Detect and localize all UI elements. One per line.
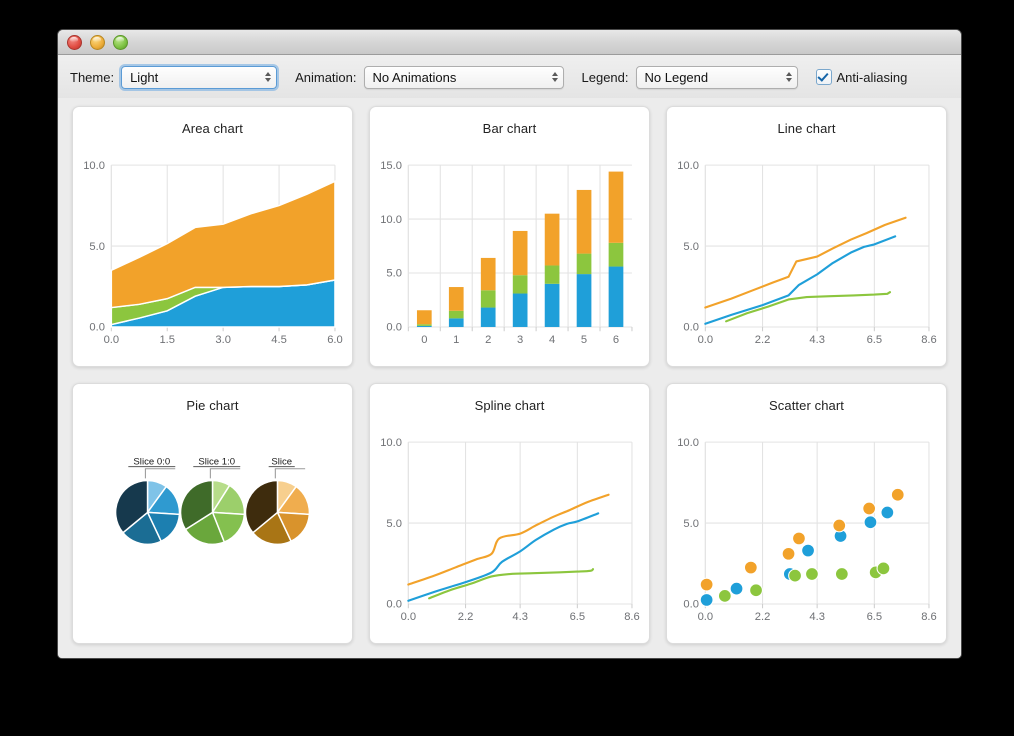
chart-title: Scatter chart — [769, 398, 844, 413]
svg-text:0.0: 0.0 — [698, 334, 714, 346]
close-button[interactable] — [67, 35, 82, 50]
theme-select-value: Light — [130, 69, 159, 85]
svg-text:0.0: 0.0 — [683, 599, 699, 611]
card-bar-chart[interactable]: Bar chart 0.0 5.0 10.0 15.0 0 1 2 3 4 5 6 — [369, 106, 650, 367]
svg-text:0.0: 0.0 — [386, 599, 402, 611]
chart-title: Spline chart — [474, 398, 545, 413]
chart-title: Pie chart — [186, 398, 239, 413]
card-scatter-chart[interactable]: Scatter chart 0.0 5.0 10.0 0.0 2.2 4.3 6.5 8.6 — [666, 383, 947, 644]
svg-text:0.0: 0.0 — [683, 322, 699, 334]
svg-text:1.5: 1.5 — [159, 334, 175, 346]
svg-text:10.0: 10.0 — [677, 160, 699, 172]
svg-text:5.0: 5.0 — [683, 518, 699, 530]
stepper-arrows-icon — [785, 72, 792, 82]
pie-chart-plot: Slice 0:0 Slice 1:0 Slice — [73, 418, 352, 643]
chart-title: Line chart — [777, 121, 836, 136]
svg-text:Slice 1:0: Slice 1:0 — [198, 456, 235, 467]
svg-text:4.3: 4.3 — [809, 611, 825, 623]
svg-text:5: 5 — [581, 334, 587, 346]
minimize-button[interactable] — [90, 35, 105, 50]
svg-text:0: 0 — [421, 334, 427, 346]
chart-title: Area chart — [182, 121, 243, 136]
svg-text:8.6: 8.6 — [921, 611, 937, 623]
svg-text:2.2: 2.2 — [458, 611, 474, 623]
chart-title: Bar chart — [482, 121, 537, 136]
legend-select[interactable]: No Legend — [635, 65, 798, 89]
svg-text:0.0: 0.0 — [698, 611, 714, 623]
area-chart-plot: 0.0 5.0 10.0 0.0 1.5 3.0 4.5 6.0 — [73, 141, 352, 366]
svg-text:3.0: 3.0 — [215, 334, 231, 346]
svg-text:4: 4 — [549, 334, 555, 346]
window-titlebar — [58, 30, 961, 55]
svg-text:2.2: 2.2 — [755, 611, 771, 623]
svg-text:Slice 0:0: Slice 0:0 — [133, 456, 170, 467]
bar-chart-plot: 0.0 5.0 10.0 15.0 0 1 2 3 4 5 6 — [370, 141, 649, 366]
svg-text:8.6: 8.6 — [921, 334, 937, 346]
animation-select[interactable]: No Animations — [363, 65, 564, 89]
svg-text:5.0: 5.0 — [386, 518, 402, 530]
spline-chart-plot: 0.0 5.0 10.0 0.0 2.2 4.3 6.5 8.6 — [370, 418, 649, 643]
charts-grid: Area chart 0.0 5.0 10.0 0.0 1.5 3.0 4.5 6.0 Bar… — [72, 106, 947, 644]
svg-text:0.0: 0.0 — [104, 334, 120, 346]
stepper-arrows-icon — [551, 72, 558, 82]
antialiasing-label: Anti-aliasing — [836, 69, 908, 85]
svg-text:0.0: 0.0 — [386, 322, 402, 334]
svg-text:0.0: 0.0 — [89, 322, 105, 334]
svg-text:10.0: 10.0 — [380, 437, 402, 449]
animation-label: Animation: — [295, 69, 357, 85]
svg-text:5.0: 5.0 — [89, 241, 105, 253]
svg-text:4.5: 4.5 — [271, 334, 287, 346]
card-spline-chart[interactable]: Spline chart 0.0 5.0 10.0 0.0 2.2 4.3 6.5 8.6 — [369, 383, 650, 644]
svg-text:15.0: 15.0 — [380, 160, 402, 172]
svg-text:0.0: 0.0 — [401, 611, 417, 623]
svg-text:5.0: 5.0 — [683, 241, 699, 253]
svg-text:6.5: 6.5 — [570, 611, 586, 623]
svg-text:6.5: 6.5 — [867, 611, 883, 623]
theme-label: Theme: — [70, 69, 115, 85]
svg-text:6: 6 — [613, 334, 619, 346]
window-controls — [67, 35, 128, 50]
svg-text:8.6: 8.6 — [624, 611, 640, 623]
legend-select-value: No Legend — [644, 69, 709, 85]
checkmark-icon — [815, 69, 832, 85]
zoom-button[interactable] — [113, 35, 128, 50]
legend-label: Legend: — [581, 69, 629, 85]
app-window: Theme: Light Animation: No Animations Le… — [57, 29, 962, 659]
svg-text:1: 1 — [453, 334, 459, 346]
animation-select-value: No Animations — [372, 69, 457, 85]
line-chart-plot: 0.0 5.0 10.0 0.0 2.2 4.3 6.5 8.6 — [667, 141, 946, 366]
svg-text:2: 2 — [485, 334, 491, 346]
toolbar: Theme: Light Animation: No Animations Le… — [58, 55, 961, 99]
svg-text:3: 3 — [517, 334, 523, 346]
svg-text:10.0: 10.0 — [83, 160, 105, 172]
svg-text:2.2: 2.2 — [755, 334, 771, 346]
svg-text:10.0: 10.0 — [380, 214, 402, 226]
scatter-chart-plot: 0.0 5.0 10.0 0.0 2.2 4.3 6.5 8.6 — [667, 418, 946, 643]
svg-text:Slice: Slice — [271, 456, 292, 467]
svg-text:6.0: 6.0 — [327, 334, 343, 346]
svg-text:6.5: 6.5 — [867, 334, 883, 346]
antialiasing-checkbox[interactable]: Anti-aliasing — [815, 69, 908, 85]
svg-text:5.0: 5.0 — [386, 268, 402, 280]
card-line-chart[interactable]: Line chart 0.0 5.0 10.0 0.0 2.2 4.3 6.5 8.6 — [666, 106, 947, 367]
theme-select[interactable]: Light — [121, 65, 278, 89]
svg-text:4.3: 4.3 — [809, 334, 825, 346]
stepper-arrows-icon — [265, 72, 272, 82]
svg-text:4.3: 4.3 — [512, 611, 528, 623]
charts-area: Area chart 0.0 5.0 10.0 0.0 1.5 3.0 4.5 6.0 Bar… — [58, 98, 961, 658]
card-pie-chart[interactable]: Pie chart Slice 0:0 Slice 1:0 Slice — [72, 383, 353, 644]
svg-text:10.0: 10.0 — [677, 437, 699, 449]
card-area-chart[interactable]: Area chart 0.0 5.0 10.0 0.0 1.5 3.0 4.5 6.0 — [72, 106, 353, 367]
